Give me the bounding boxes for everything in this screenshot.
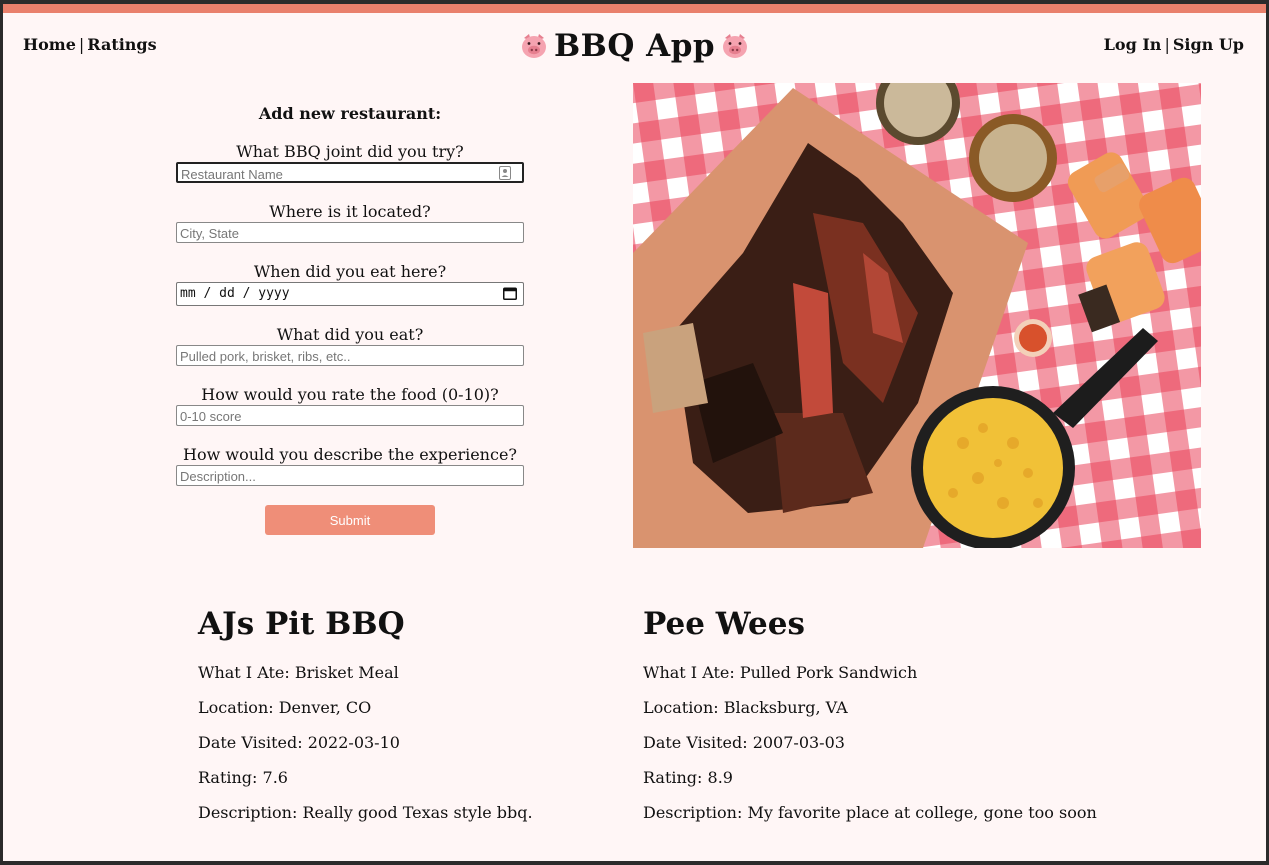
date-visited: Date Visited: 2022-03-10 bbox=[198, 733, 400, 752]
date-input-placeholder[interactable]: mm / dd / yyyy bbox=[180, 286, 290, 301]
location: Location: Denver, CO bbox=[198, 698, 372, 717]
nav-signup-link[interactable]: Sign Up bbox=[1173, 35, 1244, 54]
brand-name: BBQ App bbox=[553, 28, 716, 64]
brand-title[interactable]: BBQ App bbox=[3, 28, 1266, 64]
pig-face-icon bbox=[521, 34, 546, 58]
rating-field bbox=[176, 405, 524, 426]
what-i-ate: What I Ate: Brisket Meal bbox=[198, 663, 399, 682]
description-input[interactable] bbox=[177, 467, 523, 486]
restaurant-name-input[interactable] bbox=[178, 166, 522, 183]
restaurant-name-field bbox=[176, 162, 524, 183]
date-visited: Date Visited: 2007-03-03 bbox=[643, 733, 845, 752]
pig-face-icon bbox=[723, 34, 748, 58]
question-rating: How would you rate the food (0-10)? bbox=[201, 385, 499, 404]
submit-button[interactable]: Submit bbox=[265, 505, 435, 535]
description-field bbox=[176, 465, 524, 486]
rating-input[interactable] bbox=[177, 407, 523, 426]
food-field bbox=[176, 345, 524, 366]
navbar: Home | Ratings BBQ App Log In | Sign Up bbox=[3, 28, 1266, 68]
location: Location: Blacksburg, VA bbox=[643, 698, 848, 717]
what-i-ate: What I Ate: Pulled Pork Sandwich bbox=[643, 663, 918, 682]
food-input[interactable] bbox=[177, 347, 523, 366]
nav-separator: | bbox=[1164, 35, 1170, 54]
description: Description: Really good Texas style bbq… bbox=[198, 803, 533, 822]
rating: Rating: 7.6 bbox=[198, 768, 288, 787]
description: Description: My favorite place at colleg… bbox=[643, 803, 1097, 822]
form-title: Add new restaurant: bbox=[258, 104, 442, 123]
nav-right: Log In | Sign Up bbox=[1104, 35, 1244, 54]
accent-bar bbox=[3, 4, 1266, 13]
restaurant-name: AJs Pit BBQ bbox=[198, 606, 405, 642]
rating-card-1: AJs Pit BBQ What I Ate: Brisket Meal Loc… bbox=[198, 604, 533, 838]
question-description: How would you describe the experience? bbox=[183, 445, 517, 464]
location-field bbox=[176, 222, 524, 243]
question-restaurant: What BBQ joint did you try? bbox=[236, 142, 464, 161]
contact-card-icon[interactable] bbox=[499, 166, 511, 180]
nav-login-link[interactable]: Log In bbox=[1104, 35, 1162, 54]
rating-card-2: Pee Wees What I Ate: Pulled Pork Sandwic… bbox=[643, 604, 1097, 838]
date-field[interactable]: mm / dd / yyyy bbox=[176, 282, 524, 306]
rating: Rating: 8.9 bbox=[643, 768, 733, 787]
add-restaurant-form: Add new restaurant: What BBQ joint did y… bbox=[176, 100, 524, 535]
bbq-platter-illustration bbox=[633, 83, 1201, 548]
bbq-hero-image bbox=[633, 83, 1201, 548]
question-food: What did you eat? bbox=[276, 325, 424, 344]
restaurant-name: Pee Wees bbox=[643, 606, 805, 642]
location-input[interactable] bbox=[177, 224, 523, 243]
question-location: Where is it located? bbox=[269, 202, 431, 221]
calendar-icon[interactable] bbox=[503, 287, 517, 300]
question-date: When did you eat here? bbox=[253, 262, 447, 281]
app-window: Home | Ratings BBQ App Log In | Sign Up … bbox=[3, 4, 1266, 861]
